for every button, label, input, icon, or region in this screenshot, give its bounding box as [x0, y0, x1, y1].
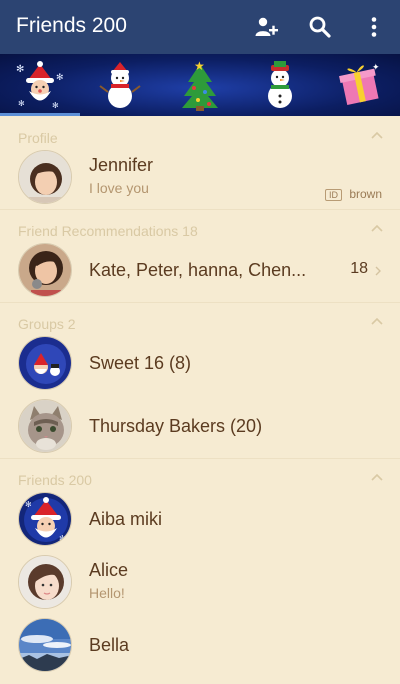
christmas-tree-sticker-icon: ★ [182, 59, 218, 111]
page-title: Friends 200 [16, 14, 127, 37]
tab-snowman-hat[interactable] [240, 54, 320, 116]
group-row[interactable]: Sweet 16 (8) [0, 333, 400, 395]
avatar: ✻ ✻ [18, 492, 72, 546]
friend-status: Hello! [89, 585, 125, 601]
divider [0, 302, 400, 303]
avatar [18, 150, 72, 204]
avatar [18, 555, 72, 609]
section-header-recommendations[interactable]: Friend Recommendations 18 [0, 213, 400, 243]
chevron-right-icon [375, 266, 381, 276]
tab-snowman[interactable] [80, 54, 160, 116]
group-cat-photo-icon [19, 400, 71, 452]
friend-alice-photo-icon [19, 556, 71, 608]
svg-text:✻: ✻ [52, 101, 59, 110]
avatar [18, 336, 72, 390]
recommendation-names: Kate, Peter, hanna, Chen... [89, 260, 307, 280]
divider [0, 209, 400, 210]
profile-row[interactable]: Jennifer I love you ID brown [0, 147, 400, 209]
friend-name: Aiba miki [89, 509, 163, 529]
santa-sticker-icon: ✻ ✻ ✻ ✻ [16, 61, 64, 110]
tab-santa[interactable]: ✻ ✻ ✻ ✻ [0, 54, 80, 116]
svg-text:✻: ✻ [16, 64, 24, 75]
chevron-up-icon [371, 473, 383, 481]
recommendation-photo-icon [19, 244, 71, 296]
group-name: Thursday Bakers (20) [89, 416, 263, 436]
friend-bella-photo-icon [19, 619, 71, 671]
divider [0, 458, 400, 459]
svg-text:✻: ✻ [25, 500, 32, 509]
svg-text:★: ★ [194, 59, 205, 73]
friend-row[interactable]: Bella [0, 615, 400, 677]
tab-tree[interactable]: ★ [160, 54, 240, 116]
friend-name: Bella [89, 635, 130, 655]
section-label-recommendations: Friend Recommendations 18 [18, 223, 198, 239]
avatar [18, 243, 72, 297]
friend-row[interactable]: ✻ ✻ Aiba miki [0, 489, 400, 551]
section-header-profile[interactable]: Profile [0, 120, 400, 150]
section-label-friends: Friends 200 [18, 472, 92, 488]
svg-text:✦: ✦ [372, 62, 380, 72]
friend-row[interactable]: Alice Hello! [0, 552, 400, 614]
sticker-tab-bar: ✻ ✻ ✻ ✻ ★ ✦ [0, 54, 400, 116]
group-row[interactable]: Thursday Bakers (20) [0, 396, 400, 458]
chevron-up-icon [371, 131, 383, 139]
section-header-friends[interactable]: Friends 200 [0, 462, 400, 492]
chevron-up-icon [371, 317, 383, 325]
section-header-groups[interactable]: Groups 2 [0, 306, 400, 336]
search-icon[interactable] [308, 15, 332, 39]
recommendations-row[interactable]: Kate, Peter, hanna, Chen... 18 [0, 240, 400, 302]
section-label-groups: Groups 2 [18, 316, 76, 332]
snowman-sticker-icon [99, 62, 141, 108]
section-label-profile: Profile [18, 130, 58, 146]
chevron-up-icon [371, 224, 383, 232]
recommendation-count: 18 [350, 260, 368, 277]
svg-text:✻: ✻ [56, 72, 64, 82]
svg-text:✻: ✻ [59, 534, 66, 543]
avatar [18, 399, 72, 453]
snowman-hat-sticker-icon [268, 61, 292, 108]
profile-id-value: brown [349, 187, 382, 201]
friend-santa-photo-icon: ✻ ✻ [19, 493, 71, 545]
add-friend-icon[interactable] [254, 15, 278, 39]
avatar [18, 618, 72, 672]
profile-status: I love you [89, 180, 149, 196]
tab-gift[interactable]: ✦ [320, 54, 400, 116]
profile-name: Jennifer [89, 155, 154, 175]
group-sweet16-photo-icon [19, 337, 71, 389]
friends-list: Profile Jennifer I love you ID brown Fri… [0, 116, 400, 684]
profile-photo-icon [19, 151, 71, 203]
gift-box-sticker-icon: ✦ [339, 62, 380, 106]
top-bar: Friends 200 [0, 0, 400, 54]
more-vertical-icon[interactable] [362, 15, 386, 39]
id-badge: ID [325, 189, 342, 201]
friend-name: Alice [89, 560, 129, 580]
svg-text:✻: ✻ [18, 99, 25, 108]
group-name: Sweet 16 (8) [89, 353, 192, 373]
